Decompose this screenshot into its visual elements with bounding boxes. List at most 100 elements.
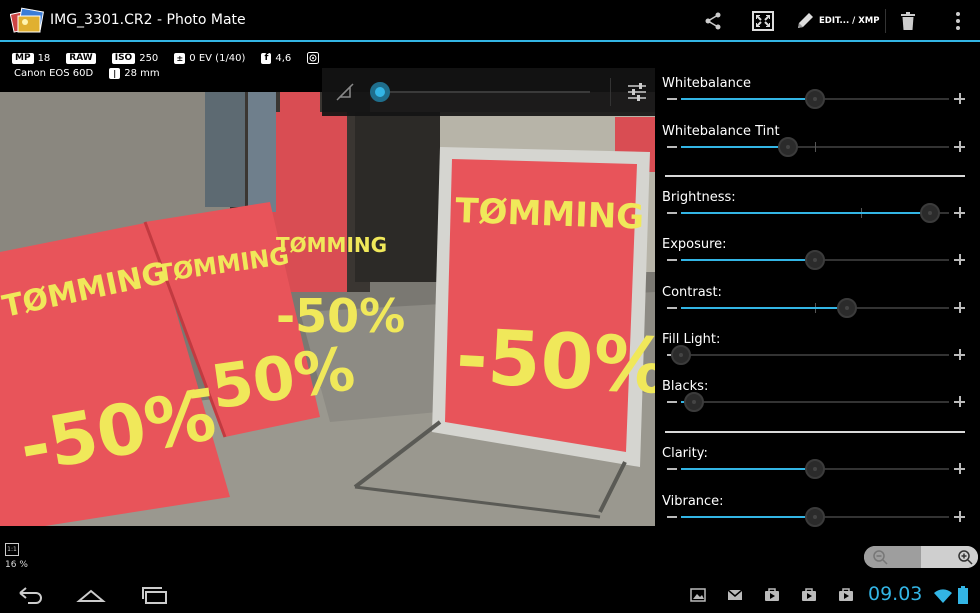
slider-whitebalance-tint: Whitebalance Tint <box>655 116 980 162</box>
section-divider <box>665 175 965 177</box>
slider-label: Vibrance: <box>662 494 724 509</box>
wifi-icon <box>934 589 952 603</box>
minus-icon[interactable] <box>667 212 677 214</box>
edit-xmp-label: EDIT... / XMP <box>819 16 880 26</box>
gmail-notification-icon[interactable] <box>727 588 743 602</box>
zoom-out-button[interactable] <box>864 546 921 568</box>
plus-icon[interactable] <box>954 141 965 152</box>
plus-icon[interactable] <box>954 349 965 360</box>
slider-knob[interactable] <box>671 345 691 365</box>
photo-preview[interactable]: TØMMING -50% TØMMING -50% TØMMING -50% T… <box>0 92 655 526</box>
fullscreen-button[interactable] <box>750 8 776 34</box>
slider-knob[interactable] <box>778 137 798 157</box>
lens-icon: | <box>109 68 121 79</box>
sign-text-window: TØMMING <box>276 233 387 257</box>
gallery-notification-icon[interactable] <box>690 588 706 602</box>
focal-length: 28 mm <box>124 68 160 79</box>
app-title: IMG_3301.CR2 - Photo Mate <box>50 12 246 28</box>
trash-icon <box>901 12 915 30</box>
slider-vibrance: Vibrance: <box>655 486 980 532</box>
back-icon[interactable] <box>16 585 46 605</box>
plus-icon[interactable] <box>954 396 965 407</box>
edit-xmp-button[interactable]: EDIT... / XMP <box>795 8 886 34</box>
plus-icon[interactable] <box>954 511 965 522</box>
slider-track[interactable] <box>681 250 949 270</box>
slider-knob[interactable] <box>805 250 825 270</box>
slider-label: Blacks: <box>662 379 709 394</box>
share-icon <box>705 12 721 30</box>
minus-icon[interactable] <box>667 98 677 100</box>
recent-apps-icon[interactable] <box>140 585 170 605</box>
action-bar: IMG_3301.CR2 - Photo Mate EDIT... / XMP <box>0 0 980 42</box>
slider-blacks: Blacks: <box>655 371 980 417</box>
slider-label: Brightness: <box>662 190 736 205</box>
exif-row-secondary: Canon EOS 60D | 28 mm <box>14 68 160 79</box>
action-divider <box>885 9 886 33</box>
system-navigation-bar: 09.03 <box>0 576 980 613</box>
slider-knob[interactable] <box>805 507 825 527</box>
slider-track[interactable] <box>681 298 949 318</box>
slider-label: Contrast: <box>662 285 722 300</box>
slider-track[interactable] <box>681 459 949 479</box>
sign-text-right: TØMMING <box>455 191 645 238</box>
minus-icon[interactable] <box>667 401 677 403</box>
overflow-icon <box>956 12 960 30</box>
slider-knob[interactable] <box>805 89 825 109</box>
slider-knob[interactable] <box>920 203 940 223</box>
slider-knob[interactable] <box>837 298 857 318</box>
camera-model: Canon EOS 60D <box>14 68 94 79</box>
slider-track[interactable] <box>681 137 949 157</box>
zoom-out-icon <box>873 550 888 565</box>
toolbar-divider <box>610 78 611 106</box>
status-clock: 09.03 <box>868 583 923 605</box>
plus-icon[interactable] <box>954 254 965 265</box>
zoom-ratio-button[interactable]: 1:1 <box>5 543 19 556</box>
aperture-value: 4,6 <box>275 52 292 64</box>
mp-tag: MP <box>12 52 34 64</box>
slider-track[interactable] <box>671 345 949 365</box>
minus-icon[interactable] <box>667 307 677 309</box>
slider-knob[interactable] <box>684 392 704 412</box>
slider-exposure: Exposure: <box>655 229 980 275</box>
slider-track[interactable] <box>681 507 949 527</box>
play-store-notification-icon[interactable] <box>801 588 817 602</box>
slider-track[interactable] <box>681 89 949 109</box>
sliders-icon[interactable] <box>626 81 648 103</box>
iso-tag: ISO <box>111 52 136 64</box>
slider-knob[interactable] <box>805 459 825 479</box>
slider-track[interactable] <box>681 392 949 412</box>
play-store-notification-icon[interactable] <box>764 588 780 602</box>
slider-label: Whitebalance <box>662 76 751 91</box>
slider-label: Whitebalance Tint <box>662 124 780 139</box>
pencil-icon <box>798 13 813 28</box>
delete-button[interactable] <box>896 8 920 34</box>
plus-icon[interactable] <box>954 302 965 313</box>
share-button[interactable] <box>700 8 726 34</box>
play-store-notification-icon[interactable] <box>838 588 854 602</box>
section-divider <box>665 431 965 433</box>
quick-adjust-knob[interactable] <box>370 82 390 102</box>
plus-icon[interactable] <box>954 463 965 474</box>
zoom-in-button[interactable] <box>921 546 978 568</box>
slider-track[interactable] <box>681 203 949 223</box>
home-icon[interactable] <box>76 585 106 605</box>
minus-icon[interactable] <box>667 516 677 518</box>
sign-value-right: -50% <box>454 311 655 411</box>
overflow-menu-button[interactable] <box>948 8 968 34</box>
minus-icon[interactable] <box>667 468 677 470</box>
aperture-tag: f <box>261 52 272 64</box>
plus-icon[interactable] <box>954 207 965 218</box>
slider-brightness: Brightness: <box>655 182 980 228</box>
quick-adjust-slider[interactable] <box>370 82 590 102</box>
adjustments-panel: Whitebalance Whitebalance Tint Brightnes… <box>655 68 980 538</box>
photo-image: TØMMING -50% TØMMING -50% TØMMING -50% T… <box>0 92 655 526</box>
exposure-icon: ± <box>174 52 186 64</box>
minus-icon[interactable] <box>667 146 677 148</box>
slider-label: Clarity: <box>662 446 708 461</box>
minus-icon[interactable] <box>667 259 677 261</box>
slider-clarity: Clarity: <box>655 438 980 484</box>
fullscreen-icon <box>752 11 774 31</box>
plus-icon[interactable] <box>954 93 965 104</box>
app-icon[interactable] <box>10 6 46 36</box>
effect-off-icon[interactable] <box>334 81 356 103</box>
